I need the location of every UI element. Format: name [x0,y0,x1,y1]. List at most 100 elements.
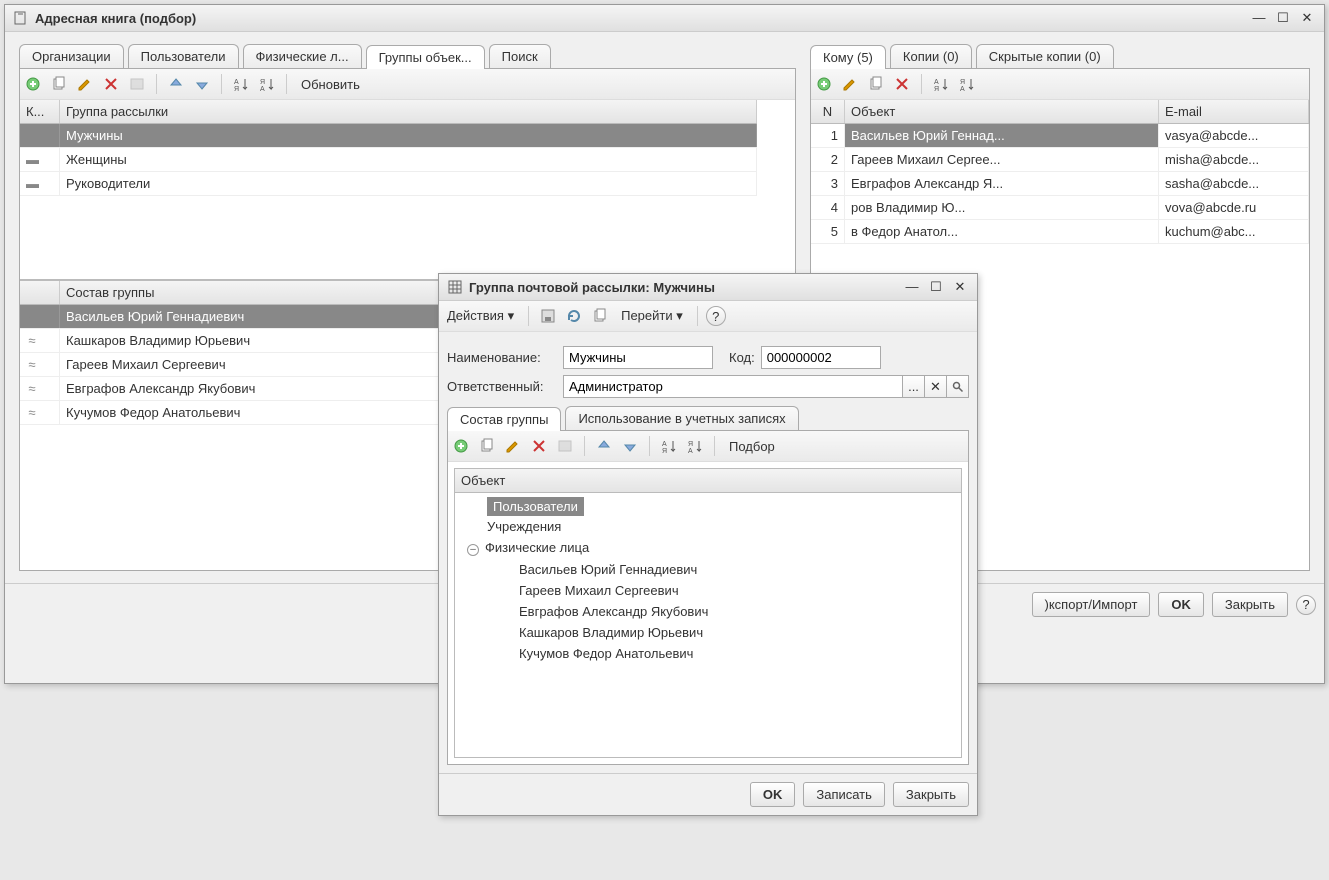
tab-members[interactable]: Состав группы [447,407,561,431]
recip-email: vova@abcde.ru [1159,196,1309,219]
tree-node-label: Физические лица [485,540,589,555]
add-icon[interactable] [22,73,44,95]
search-button[interactable] [947,375,969,398]
sort-za-icon[interactable]: ЯА [256,73,278,95]
delete-icon[interactable] [528,435,550,457]
tab-cc[interactable]: Копии (0) [890,44,972,68]
recip-email: misha@abcde... [1159,148,1309,171]
sort-az-icon[interactable]: АЯ [930,73,952,95]
down-icon[interactable] [619,435,641,457]
group-name: Руководители [60,172,757,195]
book-icon [13,10,29,26]
recip-col-obj[interactable]: Объект [845,100,1159,123]
goto-menu[interactable]: Перейти ▾ [615,306,689,326]
dialog-close-button[interactable]: Закрыть [893,782,969,807]
tab-bcc[interactable]: Скрытые копии (0) [976,44,1114,68]
dialog-titlebar: Группа почтовой рассылки: Мужчины — ☐ ✕ [439,274,977,301]
groups-col-name[interactable]: Группа рассылки [60,100,757,123]
tree-node-institutions[interactable]: Учреждения [459,516,957,537]
help-icon[interactable]: ? [1296,595,1316,615]
group-row[interactable]: ▬ Мужчины [20,124,757,148]
sort-az-icon[interactable]: АЯ [230,73,252,95]
export-import-button[interactable]: )кспорт/Импорт [1032,592,1151,617]
recip-col-n[interactable]: N [811,100,845,123]
add-icon[interactable] [450,435,472,457]
edit-icon[interactable] [74,73,96,95]
sort-za-icon[interactable]: ЯА [956,73,978,95]
code-input[interactable] [761,346,881,369]
list-icon[interactable] [126,73,148,95]
refresh-button[interactable]: Обновить [295,75,366,94]
up-icon[interactable] [165,73,187,95]
maximize-button[interactable]: ☐ [1274,10,1292,26]
recipient-row[interactable]: 2 Гареев Михаил Сергее... misha@abcde... [811,148,1309,172]
tree-leaf[interactable]: Гареев Михаил Сергеевич [459,580,957,601]
groups-grid: К... Группа рассылки ▬ Мужчины [20,100,757,280]
refresh-icon[interactable] [563,305,585,327]
collapse-icon[interactable]: – [467,544,479,556]
dialog-ok-button[interactable]: OK [750,782,796,807]
down-icon[interactable] [191,73,213,95]
actions-menu[interactable]: Действия ▾ [441,306,520,326]
minimize-button[interactable]: — [1250,10,1268,26]
tab-to[interactable]: Кому (5) [810,45,886,69]
copy-icon[interactable] [476,435,498,457]
tab-usage[interactable]: Использование в учетных записях [565,406,798,430]
dialog-save-button[interactable]: Записать [803,782,885,807]
tab-search[interactable]: Поиск [489,44,551,68]
tree-row[interactable]: Пользователи [459,497,957,516]
tree-leaf[interactable]: Кучумов Федор Анатольевич [459,643,957,664]
responsible-input[interactable] [563,375,903,398]
group-row[interactable]: ▬ Руководители [20,172,757,196]
save-icon[interactable] [537,305,559,327]
svg-text:А: А [934,79,939,86]
help-icon[interactable]: ? [706,306,726,326]
dialog-tab-panel: АЯ ЯА Подбор Объект Пользователи Учрежде… [447,430,969,765]
svg-text:Я: Я [688,441,693,448]
tree-header[interactable]: Объект [455,469,961,493]
recip-n: 1 [811,124,845,147]
recip-col-email[interactable]: E-mail [1159,100,1309,123]
tab-users[interactable]: Пользователи [128,44,239,68]
delete-icon[interactable] [100,73,122,95]
tree-leaf[interactable]: Васильев Юрий Геннадиевич [459,559,957,580]
tab-organizations[interactable]: Организации [19,44,124,68]
close-button[interactable]: ✕ [951,279,969,295]
close-button[interactable]: ✕ [1298,10,1316,26]
choose-button[interactable]: ... [903,375,925,398]
list-icon[interactable] [554,435,576,457]
copy-icon[interactable] [48,73,70,95]
up-icon[interactable] [593,435,615,457]
add-icon[interactable] [813,73,835,95]
pick-button[interactable]: Подбор [723,437,781,456]
delete-icon[interactable] [891,73,913,95]
person-icon: ≈ [26,357,38,372]
edit-icon[interactable] [839,73,861,95]
recipient-row[interactable]: 5 в Федор Анатол... kuchum@abc... [811,220,1309,244]
tab-groups[interactable]: Группы объек... [366,45,485,69]
ok-button[interactable]: OK [1158,592,1204,617]
sort-az-icon[interactable]: АЯ [658,435,680,457]
tree-leaf[interactable]: Евграфов Александр Якубович [459,601,957,622]
close-button[interactable]: Закрыть [1212,592,1288,617]
edit-icon[interactable] [502,435,524,457]
recipient-row[interactable]: 1 Васильев Юрий Геннад... vasya@abcde... [811,124,1309,148]
group-row[interactable]: ▬ Женщины [20,148,757,172]
maximize-button[interactable]: ☐ [927,279,945,295]
minimize-button[interactable]: — [903,279,921,295]
tree-node-persons[interactable]: –Физические лица [459,537,957,559]
copy-icon[interactable] [865,73,887,95]
svg-text:А: А [688,448,693,454]
dialog-title: Группа почтовой рассылки: Мужчины [469,280,903,295]
name-input[interactable] [563,346,713,369]
recip-obj: в Федор Анатол... [845,220,1159,243]
recipient-row[interactable]: 4 ров Владимир Ю... vova@abcde.ru [811,196,1309,220]
groups-col-k[interactable]: К... [20,100,60,123]
clear-button[interactable]: ✕ [925,375,947,398]
tree-leaf[interactable]: Кашкаров Владимир Юрьевич [459,622,957,643]
copy-icon[interactable] [589,305,611,327]
tab-persons[interactable]: Физические л... [243,44,362,68]
recipient-row[interactable]: 3 Евграфов Александр Я... sasha@abcde... [811,172,1309,196]
dialog-inner-toolbar: АЯ ЯА Подбор [448,431,968,462]
sort-za-icon[interactable]: ЯА [684,435,706,457]
